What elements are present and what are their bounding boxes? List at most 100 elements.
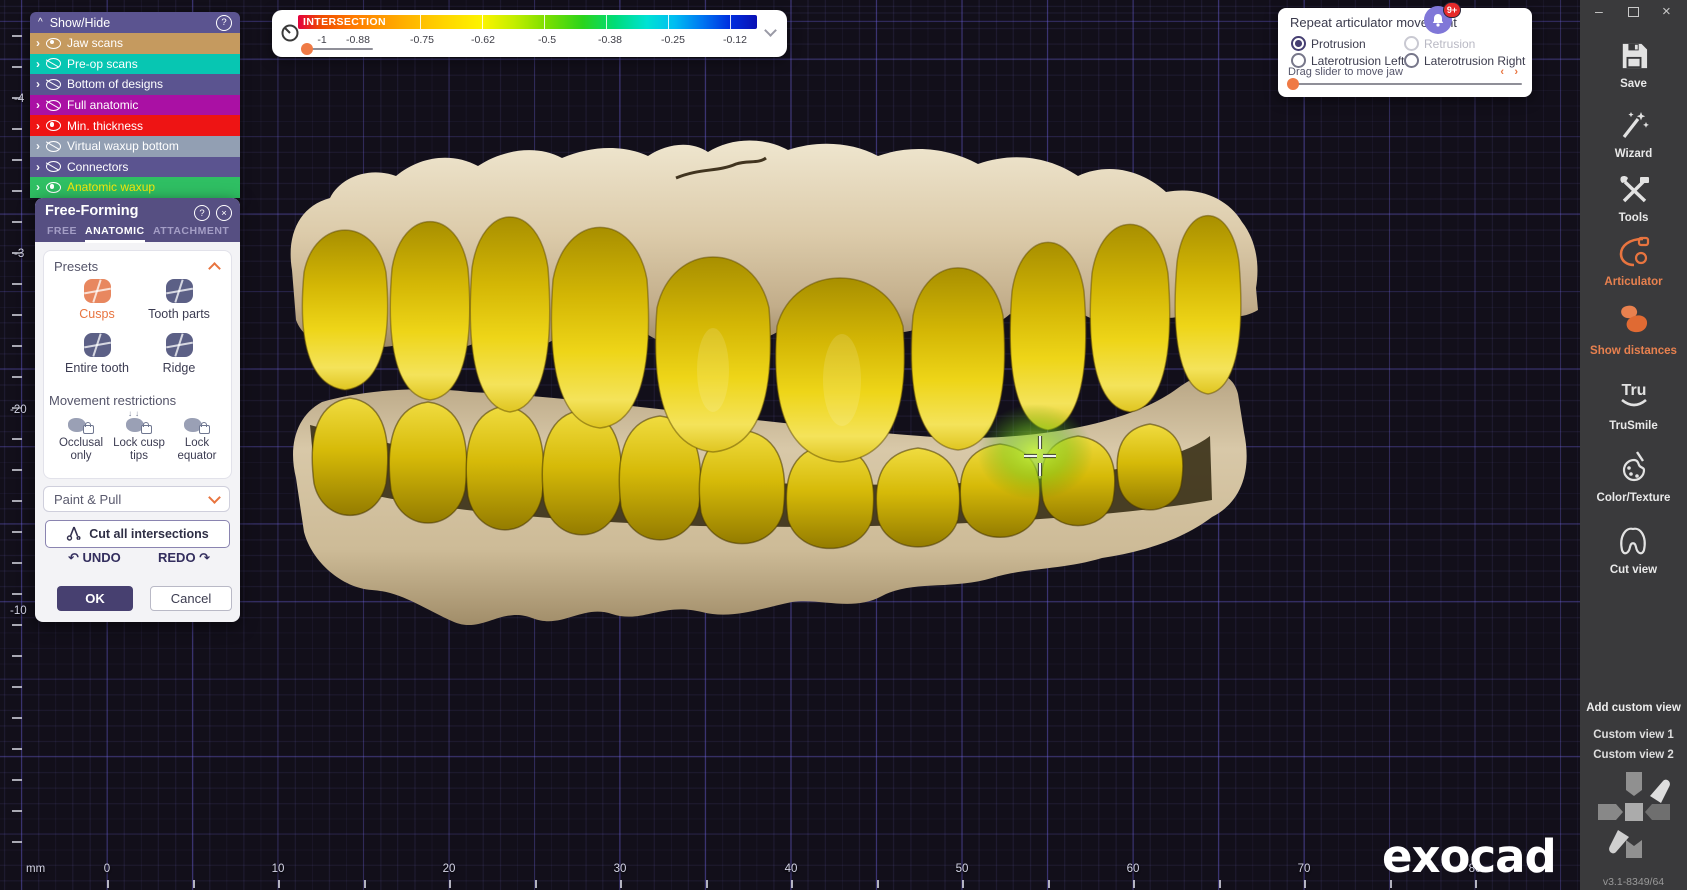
ruler-x-label: 30 bbox=[614, 863, 627, 875]
step-left-icon[interactable]: ‹ bbox=[1500, 66, 1504, 78]
collapse-icon[interactable]: ^ bbox=[38, 17, 43, 28]
tab-anatomic[interactable]: ANATOMIC bbox=[85, 225, 145, 243]
step-right-icon[interactable]: › bbox=[1514, 66, 1518, 78]
ruler-y-label: -20 bbox=[10, 404, 27, 416]
ruler-y-label: -3 bbox=[14, 248, 24, 260]
preset-ridge[interactable]: Ridge bbox=[139, 333, 219, 375]
custom-view-2-button[interactable]: Custom view 2 bbox=[1580, 749, 1687, 761]
colorbar-slider-track[interactable] bbox=[307, 48, 373, 50]
redo-label: REDO bbox=[158, 550, 196, 565]
chevron-right-icon[interactable]: › bbox=[36, 99, 40, 111]
tooth[interactable] bbox=[470, 217, 549, 412]
close-button[interactable]: × bbox=[1662, 3, 1671, 20]
radio-protrusion[interactable] bbox=[1291, 36, 1306, 51]
colorbar-tick: -0.5 bbox=[538, 34, 556, 46]
radio-label: Retrusion bbox=[1424, 37, 1475, 51]
layer-row-anatomic-waxup[interactable]: › Anatomic waxup bbox=[30, 177, 240, 198]
tool-articulator[interactable]: Articulator bbox=[1580, 236, 1687, 288]
maximize-button[interactable] bbox=[1628, 7, 1639, 17]
tool-show-distances[interactable]: Show distances bbox=[1580, 303, 1687, 357]
eye-icon[interactable] bbox=[46, 182, 61, 193]
eye-off-icon[interactable] bbox=[46, 161, 61, 172]
tooth[interactable] bbox=[390, 222, 469, 400]
restriction-occlusal-only[interactable]: Occlusal only bbox=[50, 416, 112, 463]
tooth[interactable] bbox=[551, 227, 648, 428]
colorbar-tick: -0.62 bbox=[471, 34, 495, 46]
eye-icon[interactable] bbox=[46, 120, 61, 131]
tooth[interactable] bbox=[876, 448, 959, 547]
chevron-right-icon[interactable]: › bbox=[36, 161, 40, 173]
tooth[interactable] bbox=[1090, 224, 1169, 412]
notification-badge[interactable]: 9+ bbox=[1443, 2, 1461, 18]
chevron-right-icon[interactable]: › bbox=[36, 78, 40, 90]
collapse-icon[interactable] bbox=[208, 262, 221, 275]
add-custom-view-button[interactable]: Add custom view bbox=[1580, 702, 1687, 714]
custom-view-1-button[interactable]: Custom view 1 bbox=[1580, 729, 1687, 741]
layer-row-bottom-of-designs[interactable]: › Bottom of designs bbox=[30, 74, 240, 95]
preset-entire-tooth[interactable]: Entire tooth bbox=[57, 333, 137, 375]
redo-button[interactable]: REDO ↷ bbox=[158, 550, 210, 566]
chevron-right-icon[interactable]: › bbox=[36, 181, 40, 193]
tooth[interactable] bbox=[312, 398, 388, 515]
tab-attachment[interactable]: ATTACHMENT bbox=[153, 225, 229, 237]
tooth[interactable] bbox=[466, 406, 543, 530]
chevron-right-icon[interactable]: › bbox=[36, 140, 40, 152]
radio-laterotrusion-right[interactable] bbox=[1404, 53, 1419, 68]
layer-row-full-anatomic[interactable]: › Full anatomic bbox=[30, 95, 240, 116]
undo-button[interactable]: ↶ UNDO bbox=[68, 550, 121, 566]
chevron-right-icon[interactable]: › bbox=[36, 37, 40, 49]
mode-select[interactable]: Paint & Pull bbox=[43, 486, 230, 512]
colorbar-gradient: INTERSECTION bbox=[298, 15, 757, 29]
layer-row-min-thickness[interactable]: › Min. thickness bbox=[30, 115, 240, 136]
minimize-button[interactable]: – bbox=[1595, 3, 1603, 19]
restriction-lock-equator[interactable]: Lock equator bbox=[166, 416, 228, 463]
chevron-right-icon[interactable]: › bbox=[36, 120, 40, 132]
ok-button[interactable]: OK bbox=[57, 586, 133, 611]
chevron-right-icon[interactable]: › bbox=[36, 58, 40, 70]
jaw-slider-track[interactable] bbox=[1288, 83, 1522, 85]
tooth[interactable] bbox=[1117, 424, 1183, 510]
layer-row-virtual-waxup-bottom[interactable]: › Virtual waxup bottom bbox=[30, 136, 240, 157]
layer-label: Anatomic waxup bbox=[67, 180, 155, 194]
layer-row-pre-op-scans[interactable]: › Pre-op scans bbox=[30, 54, 240, 75]
restriction-lock-cusp-tips[interactable]: ↓↓ Lock cusp tips bbox=[108, 416, 170, 463]
eye-icon[interactable] bbox=[46, 38, 61, 49]
tab-free[interactable]: FREE bbox=[47, 225, 77, 237]
tool-save[interactable]: Save bbox=[1580, 42, 1687, 90]
tool-cut-view[interactable]: Cut view bbox=[1580, 522, 1687, 576]
tool-tools[interactable]: Tools bbox=[1580, 174, 1687, 224]
tool-trusmile[interactable]: Tru TruSmile bbox=[1580, 378, 1687, 432]
layer-row-connectors[interactable]: › Connectors bbox=[30, 157, 240, 178]
preset-cusps[interactable]: Cusps bbox=[57, 279, 137, 321]
dental-model-3d[interactable] bbox=[0, 0, 1687, 890]
layer-row-jaw-scans[interactable]: › Jaw scans bbox=[30, 33, 240, 54]
tool-color-texture[interactable]: Color/Texture bbox=[1580, 450, 1687, 504]
eye-off-icon[interactable] bbox=[46, 79, 61, 90]
viewport-3d[interactable]: mm 0 10 20 30 40 50 60 70 80 -4 -3 -20 -… bbox=[0, 0, 1687, 890]
tool-wizard[interactable]: Wizard bbox=[1580, 110, 1687, 160]
chevron-down-icon[interactable] bbox=[764, 24, 777, 37]
tooth[interactable] bbox=[1010, 242, 1086, 430]
gauge-icon[interactable] bbox=[280, 23, 300, 43]
jaw-slider-knob[interactable] bbox=[1287, 78, 1299, 90]
colorbar-slider-knob[interactable] bbox=[301, 43, 313, 55]
tool-label: Save bbox=[1580, 78, 1687, 90]
view-navigation-widget[interactable] bbox=[1594, 770, 1674, 866]
help-icon[interactable]: ? bbox=[194, 205, 210, 221]
eye-off-icon[interactable] bbox=[46, 100, 61, 111]
cancel-button[interactable]: Cancel bbox=[150, 586, 232, 611]
help-icon[interactable]: ? bbox=[216, 15, 232, 31]
preset-tooth-parts[interactable]: Tooth parts bbox=[139, 279, 219, 321]
tooth[interactable] bbox=[302, 230, 387, 390]
tooth[interactable] bbox=[389, 402, 466, 523]
eye-off-icon[interactable] bbox=[46, 141, 61, 152]
cut-all-intersections-button[interactable]: i Cut all intersections bbox=[45, 520, 230, 548]
radio-label[interactable]: Protrusion bbox=[1311, 37, 1366, 51]
radio-label[interactable]: Laterotrusion Right bbox=[1424, 54, 1525, 68]
intersection-glow bbox=[977, 404, 1093, 500]
show-hide-header[interactable]: ^ Show/Hide ? bbox=[30, 12, 240, 33]
tooth[interactable] bbox=[542, 410, 621, 535]
tooth[interactable] bbox=[1175, 216, 1241, 394]
close-icon[interactable]: × bbox=[216, 205, 232, 221]
eye-off-icon[interactable] bbox=[46, 58, 61, 69]
